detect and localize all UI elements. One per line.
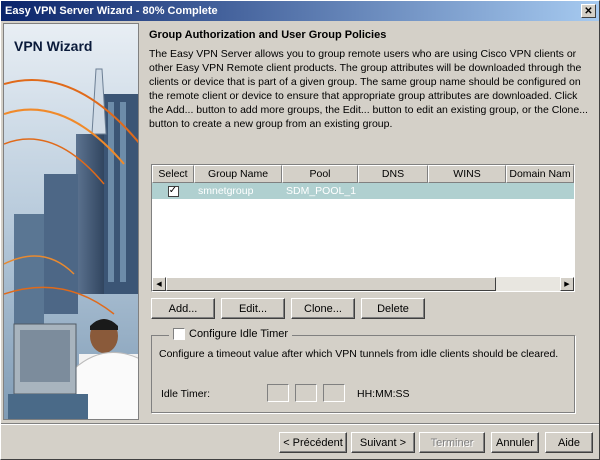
wizard-label: VPN Wizard	[14, 38, 93, 54]
column-header-wins[interactable]: WINS	[428, 165, 506, 183]
title-bar: Easy VPN Server Wizard - 80% Complete ✕	[1, 1, 599, 21]
table-row[interactable]: ✓ smnetgroup SDM_POOL_1	[152, 183, 574, 199]
row-select-cell: ✓	[152, 185, 194, 197]
footer-divider	[1, 423, 599, 425]
page-content: Group Authorization and User Group Polic…	[149, 29, 593, 131]
section-title: Group Authorization and User Group Polic…	[149, 29, 387, 41]
group-table: Select Group Name Pool DNS WINS Domain N…	[151, 164, 575, 292]
next-button[interactable]: Suivant >	[351, 432, 415, 453]
vpn-illustration-icon	[4, 24, 138, 419]
wizard-window: Easy VPN Server Wizard - 80% Complete ✕	[0, 0, 600, 460]
pool-cell: SDM_POOL_1	[286, 185, 357, 197]
previous-button[interactable]: < Précédent	[279, 432, 347, 453]
close-button[interactable]: ✕	[581, 4, 596, 18]
column-header-dns[interactable]: DNS	[358, 165, 428, 183]
clone-group-button[interactable]: Clone...	[291, 298, 355, 319]
idle-timer-groupbox	[151, 335, 575, 413]
horizontal-scrollbar[interactable]: ◀ ▶	[152, 277, 574, 291]
scroll-right-button[interactable]: ▶	[560, 277, 574, 291]
check-icon: ✓	[168, 185, 178, 196]
idle-timer-format: HH:MM:SS	[357, 388, 410, 400]
arrow-left-icon: ◀	[156, 281, 162, 288]
group-name-cell: smnetgroup	[198, 185, 254, 197]
idle-timer-checkbox-label: Configure Idle Timer	[189, 328, 289, 340]
column-header-domain-name[interactable]: Domain Nam	[506, 165, 574, 183]
idle-timer-hours-input[interactable]	[267, 384, 289, 402]
wizard-side-panel: VPN Wizard	[3, 23, 139, 420]
idle-timer-label: Idle Timer:	[161, 388, 211, 400]
scroll-thumb[interactable]	[166, 277, 496, 291]
idle-timer-minutes-input[interactable]	[295, 384, 317, 402]
idle-timer-seconds-input[interactable]	[323, 384, 345, 402]
help-button[interactable]: Aide	[545, 432, 593, 453]
window-title: Easy VPN Server Wizard - 80% Complete	[5, 5, 218, 17]
column-header-pool[interactable]: Pool	[282, 165, 358, 183]
column-header-select[interactable]: Select	[152, 165, 194, 183]
idle-timer-checkbox[interactable]	[173, 328, 185, 340]
row-select-checkbox[interactable]: ✓	[167, 185, 179, 197]
cancel-button[interactable]: Annuler	[491, 432, 539, 453]
edit-group-button[interactable]: Edit...	[221, 298, 285, 319]
finish-button: Terminer	[419, 432, 485, 453]
scroll-left-button[interactable]: ◀	[152, 277, 166, 291]
section-description: The Easy VPN Server allows you to group …	[149, 48, 588, 130]
idle-timer-toggle[interactable]: Configure Idle Timer	[169, 328, 293, 340]
arrow-right-icon: ▶	[564, 281, 570, 288]
add-group-button[interactable]: Add...	[151, 298, 215, 319]
table-header: Select Group Name Pool DNS WINS Domain N…	[152, 165, 574, 183]
idle-timer-description: Configure a timeout value after which VP…	[159, 348, 559, 360]
column-header-group-name[interactable]: Group Name	[194, 165, 282, 183]
delete-group-button[interactable]: Delete	[361, 298, 425, 319]
close-icon: ✕	[584, 5, 593, 17]
